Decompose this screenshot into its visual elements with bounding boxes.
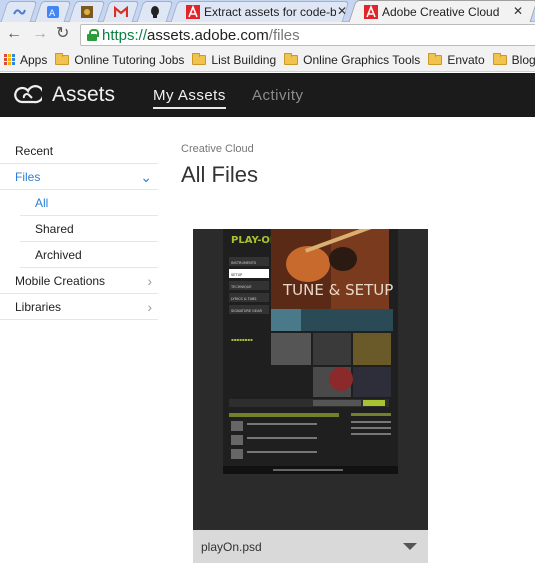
- file-card[interactable]: PLAY-ON TUNE & SETUP ▪▪▪▪▪▪▪▪ INSTRUMENT…: [193, 229, 428, 563]
- sidebar-item-label: Shared: [35, 221, 74, 236]
- thumb-nav-item: LYRICS & TABS: [231, 297, 257, 301]
- sidebar-item-label: Archived: [35, 247, 82, 262]
- svg-text:▪▪▪▪▪▪▪▪: ▪▪▪▪▪▪▪▪: [231, 337, 253, 342]
- browser-toolbar: ← → ↻ https:// assets.adobe.com /files: [0, 22, 535, 48]
- lock-icon: [87, 29, 99, 41]
- thumb-nav-item: SIGNATURE GEAR: [231, 309, 262, 313]
- sidebar: Recent Files ⌄ All Shared Archived Mobil…: [0, 138, 158, 320]
- url-path: /files: [268, 26, 300, 44]
- sidebar-item-label: All: [35, 195, 49, 210]
- close-tab-icon[interactable]: ✕: [513, 4, 523, 18]
- tab-activity[interactable]: Activity: [252, 87, 304, 104]
- sidebar-item-shared[interactable]: Shared: [20, 216, 158, 242]
- chevron-right-icon: ›: [147, 299, 152, 315]
- dropdown-caret-icon[interactable]: [403, 543, 417, 550]
- thumb-nav-item: INSTRUMENTS: [231, 261, 257, 265]
- sidebar-item-libraries[interactable]: Libraries ›: [0, 294, 158, 320]
- bookmark-folder[interactable]: Online Tutoring Jobs: [55, 52, 185, 67]
- link-favicon-icon: [13, 8, 26, 15]
- sidebar-item-label: Mobile Creations: [15, 273, 106, 288]
- sidebar-item-label: Recent: [15, 143, 54, 158]
- back-arrow-icon[interactable]: ←: [6, 25, 22, 43]
- tab-title: Extract assets for code-ba: [204, 4, 336, 19]
- bookmark-label: Online Tutoring Jobs: [74, 52, 185, 67]
- creative-cloud-logo-icon[interactable]: [14, 84, 42, 106]
- apps-grid-icon: [4, 53, 16, 66]
- bookmarks-bar: Apps Online Tutoring Jobs List Building …: [0, 48, 535, 72]
- tab-title: Adobe Creative Cloud: [382, 4, 500, 19]
- folder-icon: [492, 52, 507, 65]
- bookmark-apps[interactable]: Apps: [0, 53, 47, 67]
- sidebar-item-files[interactable]: Files ⌄: [0, 164, 158, 190]
- url-host: assets.adobe.com: [147, 26, 269, 44]
- chevron-down-icon: ⌄: [140, 169, 152, 185]
- sidebar-item-label: Libraries: [15, 299, 62, 314]
- adobe-favicon-icon: [186, 4, 200, 19]
- bookmark-label: Apps: [20, 52, 48, 67]
- bookmark-label: Envato: [447, 52, 485, 67]
- bookmark-folder[interactable]: Envato: [428, 52, 485, 67]
- sidebar-item-all[interactable]: All: [20, 190, 158, 216]
- bookmark-label: List Building: [211, 52, 277, 67]
- folder-icon: [428, 52, 443, 65]
- svg-text:A: A: [49, 9, 56, 19]
- forward-arrow-icon[interactable]: →: [32, 25, 48, 43]
- gmail-favicon-icon: [114, 5, 128, 17]
- close-tab-icon[interactable]: ✕: [337, 4, 347, 18]
- breadcrumb[interactable]: Creative Cloud: [181, 143, 254, 155]
- adobe-favicon-icon: [364, 4, 378, 19]
- photo-favicon-icon: [81, 5, 93, 18]
- folder-icon: [192, 52, 207, 65]
- thumb-headline: TUNE & SETUP: [282, 281, 393, 299]
- page-title: All Files: [181, 162, 259, 187]
- sidebar-item-label: Files: [15, 169, 41, 184]
- file-thumbnail[interactable]: PLAY-ON TUNE & SETUP ▪▪▪▪▪▪▪▪ INSTRUMENT…: [193, 229, 428, 529]
- translate-favicon-icon: A: [47, 5, 59, 19]
- address-bar[interactable]: https:// assets.adobe.com /files: [80, 24, 535, 46]
- tab-my-assets[interactable]: My Assets: [153, 87, 226, 109]
- file-card-footer: playOn.psd: [193, 530, 428, 563]
- bookmark-folder[interactable]: List Building: [192, 52, 277, 67]
- sidebar-item-recent[interactable]: Recent: [0, 138, 158, 164]
- bookmark-label: Blogger G: [511, 52, 535, 67]
- bookmark-folder[interactable]: Online Graphics Tools: [284, 52, 421, 67]
- folder-icon: [284, 52, 299, 65]
- thumb-nav-item: TECHNIQUE: [230, 285, 252, 289]
- chevron-right-icon: ›: [147, 273, 152, 289]
- bookmark-label: Online Graphics Tools: [303, 52, 421, 67]
- alien-favicon-icon: [151, 5, 159, 18]
- bookmark-folder[interactable]: Blogger G: [492, 52, 535, 67]
- url-protocol: https://: [102, 26, 148, 44]
- reload-icon[interactable]: ↻: [56, 25, 69, 43]
- app-header: Assets My Assets Activity: [0, 73, 535, 117]
- browser-tab-strip: A Extract assets for code-ba ✕ Adobe Cre…: [0, 0, 535, 23]
- app-brand[interactable]: Assets: [52, 83, 115, 107]
- folder-icon: [55, 52, 70, 65]
- file-name[interactable]: playOn.psd: [201, 540, 262, 554]
- sidebar-item-archived[interactable]: Archived: [20, 242, 158, 268]
- thumb-nav-item: SETUP: [231, 273, 242, 277]
- sidebar-item-mobile-creations[interactable]: Mobile Creations ›: [0, 268, 158, 294]
